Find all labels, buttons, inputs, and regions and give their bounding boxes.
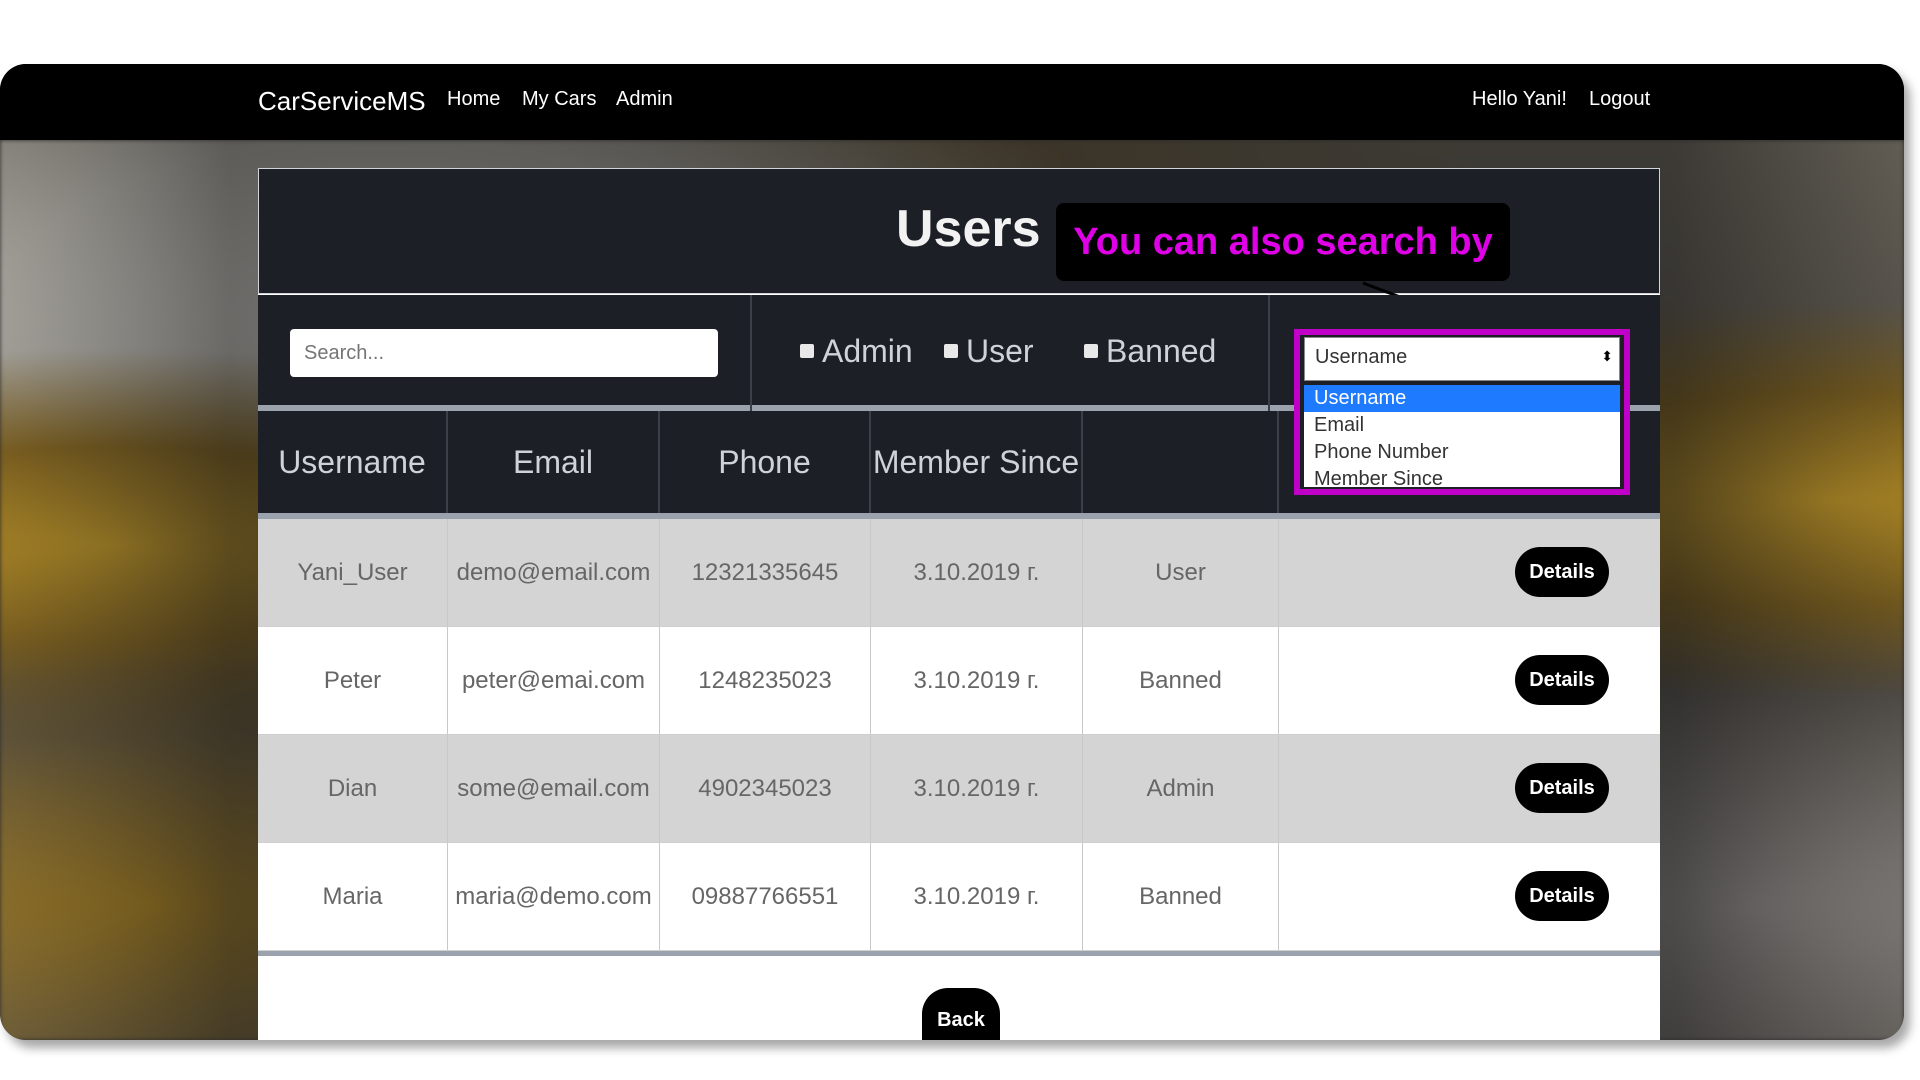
cell-role: Banned [1083,627,1279,734]
cell-username: Yani_User [258,519,448,626]
annotation-callout: You can also search by [1056,203,1510,281]
details-button[interactable]: Details [1515,655,1609,705]
panel-header: Users You can also search by [258,168,1660,333]
table-row: Maria maria@demo.com 09887766551 3.10.20… [258,843,1660,951]
cell-username: Maria [258,843,448,950]
banned-checkbox-label: Banned [1106,333,1217,369]
browser-window: CarServiceMS Home My Cars Admin Hello Ya… [0,64,1904,1040]
banned-checkbox[interactable]: Banned [1084,333,1216,370]
table-row: Yani_User demo@email.com 12321335645 3.1… [258,519,1660,627]
search-input[interactable] [290,329,718,377]
header-email[interactable]: Email [448,411,660,513]
select-value: Username [1315,346,1408,368]
nav-admin[interactable]: Admin [616,88,673,111]
divider [750,295,752,411]
cell-email: demo@email.com [448,519,660,626]
option-member-since[interactable]: Member Since [1304,466,1620,487]
header-role [1083,411,1279,513]
updown-arrow-icon: ⬍ [1601,348,1613,364]
search-by-select[interactable]: Username ⬍ [1304,337,1620,381]
cell-username: Peter [258,627,448,734]
navbar: CarServiceMS Home My Cars Admin Hello Ya… [0,64,1904,140]
cell-phone: 1248235023 [660,627,871,734]
back-button[interactable]: Back [922,988,1000,1040]
admin-checkbox[interactable]: Admin [800,333,913,370]
cell-email: maria@demo.com [448,843,660,950]
greeting-link[interactable]: Hello Yani! [1472,88,1567,111]
cell-phone: 12321335645 [660,519,871,626]
select-dropdown: Username Email Phone Number Member Since [1304,385,1620,487]
divider [1268,295,1270,411]
cell-member-since: 3.10.2019 г. [871,519,1083,626]
cell-phone: 09887766551 [660,843,871,950]
cell-role: User [1083,519,1279,626]
nav-home[interactable]: Home [447,88,500,111]
user-checkbox[interactable]: User [944,333,1034,370]
brand-link[interactable]: CarServiceMS [258,86,426,117]
header-phone-number[interactable]: Phone Number [660,411,871,582]
admin-checkbox-label: Admin [822,333,913,369]
cell-member-since: 3.10.2019 г. [871,627,1083,734]
cell-username: Dian [258,735,448,842]
details-button[interactable]: Details [1515,763,1609,813]
checkbox-icon[interactable] [1084,343,1098,358]
table-bottom-border [258,951,1660,956]
header-member-since[interactable]: Member Since [871,411,1083,513]
option-email[interactable]: Email [1304,412,1620,439]
nav-my-cars[interactable]: My Cars [522,88,596,111]
details-button[interactable]: Details [1515,547,1609,597]
user-checkbox-label: User [966,333,1034,369]
cell-member-since: 3.10.2019 г. [871,735,1083,842]
logout-link[interactable]: Logout [1589,88,1650,111]
table-row: Dian some@email.com 4902345023 3.10.2019… [258,735,1660,843]
cell-member-since: 3.10.2019 г. [871,843,1083,950]
option-phone-number[interactable]: Phone Number [1304,439,1620,466]
cell-role: Admin [1083,735,1279,842]
cell-role: Banned [1083,843,1279,950]
table-row: Peter peter@emai.com 1248235023 3.10.201… [258,627,1660,735]
details-button[interactable]: Details [1515,871,1609,921]
users-panel: Users You can also search by Admin User … [258,168,1660,1040]
option-username[interactable]: Username [1304,385,1620,412]
filter-bar: Admin User Banned Username ⬍ Username Em… [258,295,1660,495]
page-title: Users [896,200,1041,258]
checkbox-icon[interactable] [944,343,958,358]
cell-phone: 4902345023 [660,735,871,842]
cell-email: peter@emai.com [448,627,660,734]
search-by-select-highlight: Username ⬍ Username Email Phone Number M… [1294,329,1630,495]
header-username[interactable]: Username [258,411,448,513]
cell-email: some@email.com [448,735,660,842]
checkbox-icon[interactable] [800,343,814,358]
